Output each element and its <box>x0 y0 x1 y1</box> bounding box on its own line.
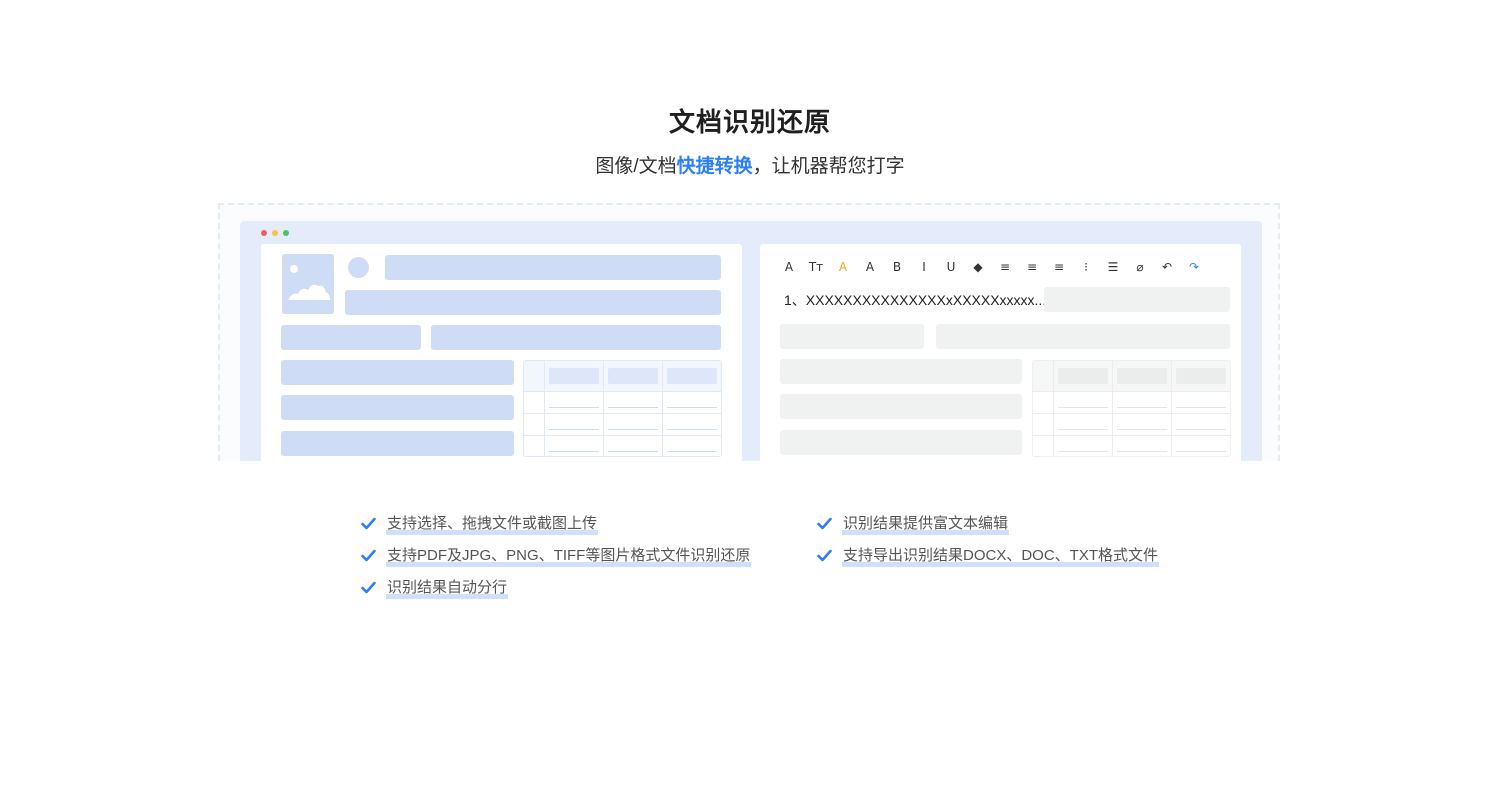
align-right-icon[interactable]: ≡ <box>1050 259 1068 275</box>
highlight-icon[interactable]: A <box>861 259 879 275</box>
attachment-icon[interactable]: ⌀ <box>1131 259 1149 275</box>
undo-icon[interactable]: ↶ <box>1158 259 1176 275</box>
font-size-icon[interactable]: A <box>780 259 798 275</box>
text-placeholder <box>780 430 1022 455</box>
text-placeholder <box>281 325 421 350</box>
window-minimize-dot <box>272 230 278 236</box>
text-placeholder <box>281 395 514 420</box>
align-center-icon[interactable]: ≡ <box>1023 259 1041 275</box>
check-icon <box>817 549 832 562</box>
text-case-icon[interactable]: Tт <box>807 259 825 275</box>
avatar-placeholder <box>348 257 369 278</box>
recognized-text-line[interactable]: 1、XXXXXXXXXXXXXXXxXXXXXxxxxx... <box>784 290 1046 310</box>
check-icon <box>361 517 376 530</box>
section-subtitle: 图像/文档快捷转换，让机器帮您打字 <box>0 151 1500 178</box>
window-close-dot <box>261 230 267 236</box>
ordered-list-icon[interactable]: ⁝ <box>1077 259 1095 275</box>
text-placeholder <box>431 325 721 350</box>
table-placeholder <box>1032 360 1231 457</box>
subtitle-suffix: ，让机器帮您打字 <box>752 156 905 177</box>
table-placeholder <box>523 360 722 457</box>
demo-illustration: A Tт A A B I U ◆ ≡ ≡ ≡ ⁝ ☰ ⌀ ↶ ↷ 1、XXXXXXXXXXXXXXXxXXXX… <box>218 203 1280 461</box>
feature-text: 识别结果自动分行 <box>386 577 509 599</box>
text-placeholder <box>281 431 514 456</box>
window-maximize-dot <box>283 230 289 236</box>
eraser-icon[interactable]: ◆ <box>969 259 987 275</box>
image-placeholder-icon <box>282 254 334 314</box>
app-window-mockup: A Tт A A B I U ◆ ≡ ≡ ≡ ⁝ ☰ ⌀ ↶ ↷ 1、XXXXXXXXXXXXXXXxXXXX… <box>240 221 1262 461</box>
checklist-icon[interactable]: ☰ <box>1104 259 1122 275</box>
feature-text: 支持选择、拖拽文件或截图上传 <box>386 513 599 535</box>
feature-text: 支持导出识别结果DOCX、DOC、TXT格式文件 <box>842 545 1160 567</box>
check-icon <box>817 517 832 530</box>
bold-icon[interactable]: B <box>888 259 906 275</box>
text-placeholder <box>936 324 1230 349</box>
source-document-pane <box>261 244 742 461</box>
text-placeholder <box>281 360 514 385</box>
text-placeholder <box>1044 287 1230 312</box>
check-icon <box>361 549 376 562</box>
section-title: 文档识别还原 <box>668 107 831 137</box>
editor-pane: A Tт A A B I U ◆ ≡ ≡ ≡ ⁝ ☰ ⌀ ↶ ↷ 1、XXXXXXXXXXXXXXXxXXXX… <box>760 244 1241 461</box>
text-placeholder <box>385 255 721 280</box>
feature-text: 识别结果提供富文本编辑 <box>842 513 1010 535</box>
check-icon <box>361 581 376 594</box>
text-placeholder <box>780 394 1022 419</box>
feature-text: 支持PDF及JPG、PNG、TIFF等图片格式文件识别还原 <box>386 545 752 567</box>
underline-icon[interactable]: U <box>942 259 960 275</box>
italic-icon[interactable]: I <box>915 259 933 275</box>
text-placeholder <box>780 324 924 349</box>
subtitle-prefix: 图像/文档 <box>595 156 677 177</box>
align-left-icon[interactable]: ≡ <box>996 259 1014 275</box>
redo-icon[interactable]: ↷ <box>1185 259 1203 275</box>
text-placeholder <box>780 359 1022 384</box>
text-placeholder <box>345 290 721 315</box>
font-color-icon[interactable]: A <box>834 259 852 275</box>
subtitle-highlight: 快捷转换 <box>676 156 753 177</box>
